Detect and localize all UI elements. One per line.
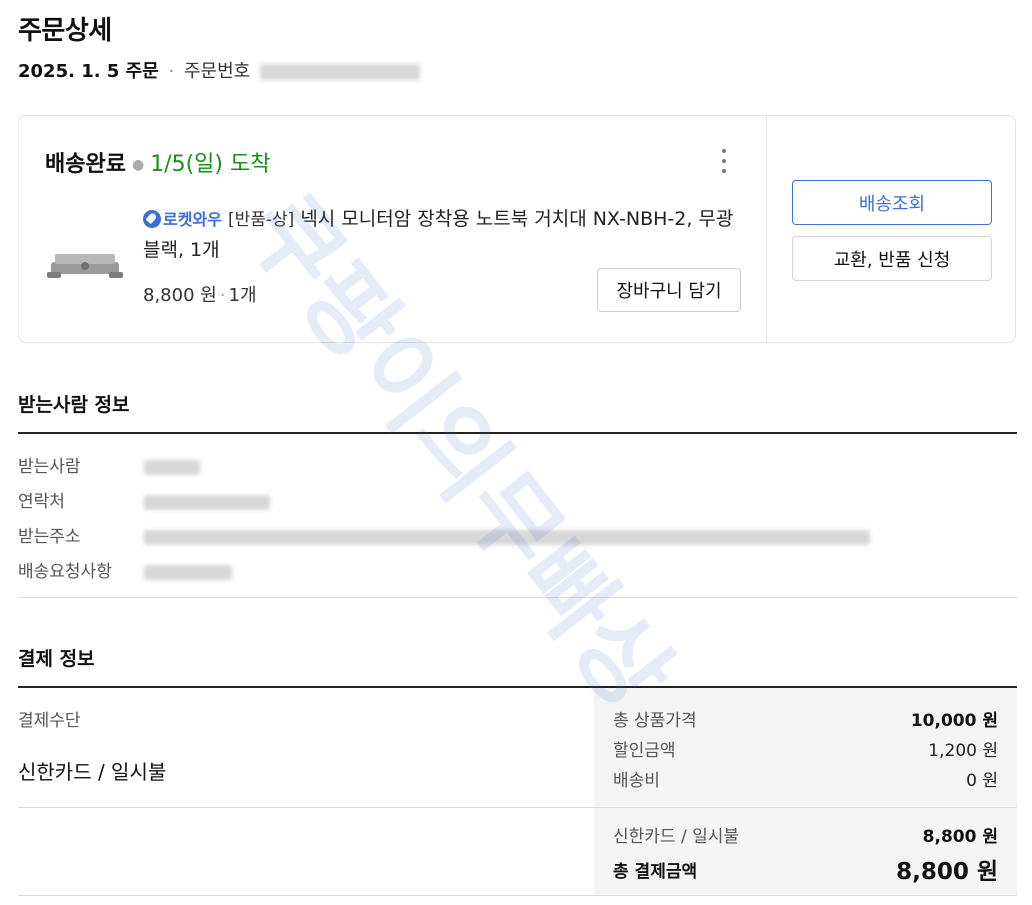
recipient-label: 받는사람: [18, 457, 81, 477]
price-line: 8,800 원 · 1개: [143, 281, 257, 307]
payment-section-title: 결제 정보: [18, 648, 95, 670]
recipient-bottom-rule: [18, 597, 1017, 598]
total-payment-row: 총 결제금액 8,800 원: [613, 852, 998, 886]
order-number-label: 주문번호: [183, 61, 251, 82]
card-payment-row: 신한카드 / 일시불 8,800 원: [613, 822, 998, 847]
shipping-fee-label: 배송비: [613, 771, 660, 791]
card-divider: [766, 116, 767, 342]
total-payment-label: 총 결제금액: [613, 861, 698, 882]
recipient-row-phone: 연락처: [18, 487, 270, 512]
recipient-row-name: 받는사람: [18, 452, 200, 477]
card-payment-value: 8,800 원: [922, 827, 998, 847]
payment-method-label: 결제수단: [18, 711, 81, 731]
total-product-price-label: 총 상품가격: [613, 711, 697, 731]
add-to-cart-button[interactable]: 장바구니 담기: [597, 268, 741, 312]
phone-value-redacted: [144, 494, 270, 510]
total-product-price-value: 10,000 원: [910, 711, 998, 731]
order-number-redacted: [259, 64, 420, 80]
product-thumbnail[interactable]: [45, 236, 125, 286]
return-grade-tag: [반품-상]: [227, 210, 295, 230]
delivery-status: 배송완료: [45, 152, 126, 177]
address-value-redacted: [144, 529, 870, 545]
request-label: 배송요청사항: [18, 562, 112, 582]
recipient-row-address: 받는주소: [18, 522, 870, 547]
order-meta: 2025. 1. 5 주문 · 주문번호: [18, 57, 420, 83]
page-title: 주문상세: [18, 16, 112, 46]
address-label: 받는주소: [18, 527, 81, 547]
arrival-date: 1/5(일) 도착: [150, 152, 271, 177]
kebab-menu-icon[interactable]: [716, 146, 732, 176]
payment-method-value: 신한카드 / 일시불: [18, 760, 167, 784]
recipient-top-rule: [18, 432, 1017, 434]
request-value-redacted: [144, 564, 232, 580]
discount-value: 1,200 원: [928, 741, 998, 761]
recipient-row-request: 배송요청사항: [18, 557, 232, 582]
exchange-return-button[interactable]: 교환, 반품 신청: [792, 236, 992, 281]
delivery-card: 배송완료 ● 1/5(일) 도착 로켓와우 [반품-상] 넥시 모니터암 장착용 노…: [18, 115, 1016, 343]
status-dot: ●: [131, 157, 145, 173]
recipient-value-redacted: [144, 459, 200, 475]
rocket-wow-badge: 로켓와우: [163, 210, 222, 229]
total-product-price-row: 총 상품가격 10,000 원: [613, 706, 998, 731]
shipping-fee-value: 0 원: [966, 771, 998, 791]
rocket-icon: [143, 210, 161, 228]
price-dot: ·: [219, 285, 226, 306]
order-date: 2025. 1. 5 주문: [18, 61, 159, 82]
card-payment-label: 신한카드 / 일시불: [613, 827, 740, 847]
payment-middle-rule: [18, 807, 1017, 808]
recipient-section-title: 받는사람 정보: [18, 394, 130, 416]
discount-label: 할인금액: [613, 741, 676, 761]
track-delivery-button[interactable]: 배송조회: [792, 180, 992, 225]
total-payment-value: 8,800 원: [896, 859, 998, 885]
meta-separator: ·: [168, 61, 175, 82]
product-name-block[interactable]: 로켓와우 [반품-상] 넥시 모니터암 장착용 노트북 거치대 NX-NBH-2…: [143, 204, 743, 265]
shipping-fee-row: 배송비 0 원: [613, 766, 998, 791]
discount-row: 할인금액 1,200 원: [613, 736, 998, 761]
payment-bottom-rule: [18, 895, 1017, 896]
delivery-status-line: 배송완료 ● 1/5(일) 도착: [45, 146, 270, 178]
product-price: 8,800 원: [143, 285, 217, 306]
phone-label: 연락처: [18, 492, 65, 512]
product-quantity: 1개: [228, 285, 257, 306]
